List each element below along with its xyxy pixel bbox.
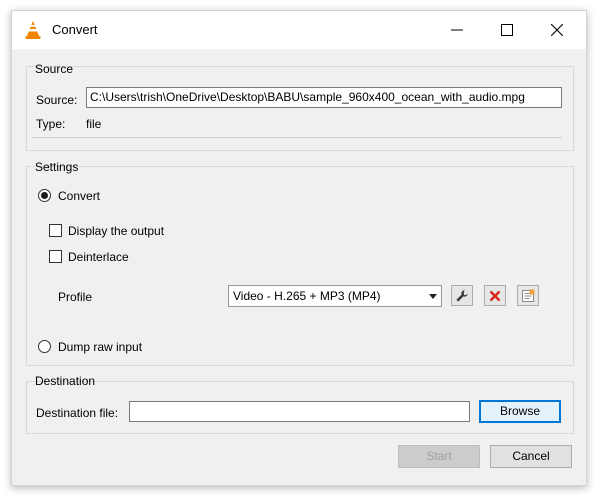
maximize-button[interactable] [484,11,530,49]
new-profile-icon [522,289,535,302]
source-group [26,66,574,151]
type-label: Type: [36,117,66,131]
minimize-button[interactable] [434,11,480,49]
vlc-cone-icon [24,20,42,40]
settings-group-title: Settings [35,160,79,174]
source-group-title: Source [35,62,74,76]
convert-radio[interactable] [38,189,51,202]
type-value: file [86,117,102,131]
title-bar[interactable]: Convert [12,11,586,49]
dump-raw-label[interactable]: Dump raw input [58,340,142,354]
edit-profile-button[interactable] [451,285,473,306]
destination-file-field[interactable] [129,401,470,422]
source-path-field[interactable]: C:\Users\trish\OneDrive\Desktop\BABU\sam… [86,87,562,108]
deinterlace-checkbox[interactable] [49,250,62,263]
settings-group [26,166,574,366]
profile-label: Profile [58,290,93,304]
profile-dropdown-value: Video - H.265 + MP3 (MP4) [233,289,381,303]
destination-group-title: Destination [35,374,96,388]
deinterlace-label[interactable]: Deinterlace [68,250,129,264]
source-divider [32,137,562,138]
source-label: Source: [36,93,78,107]
delete-profile-button[interactable] [484,285,506,306]
browse-button[interactable]: Browse [479,400,561,423]
convert-label[interactable]: Convert [58,189,100,203]
new-profile-button[interactable] [517,285,539,306]
chevron-down-icon [429,294,437,299]
display-output-label[interactable]: Display the output [68,224,164,238]
close-button[interactable] [534,11,580,49]
wrench-icon [456,290,468,302]
dump-raw-radio[interactable] [38,340,51,353]
convert-dialog: Convert Source Source: C:\Users\trish\On… [11,10,587,486]
start-button[interactable]: Start [398,445,480,468]
cancel-button[interactable]: Cancel [490,445,572,468]
maximize-icon [501,24,513,36]
display-output-checkbox[interactable] [49,224,62,237]
minimize-icon [451,29,463,31]
profile-dropdown[interactable]: Video - H.265 + MP3 (MP4) [228,285,442,307]
close-icon [551,24,563,36]
delete-x-icon [489,290,501,302]
window-title: Convert [52,22,98,37]
destination-file-label: Destination file: [36,406,119,420]
